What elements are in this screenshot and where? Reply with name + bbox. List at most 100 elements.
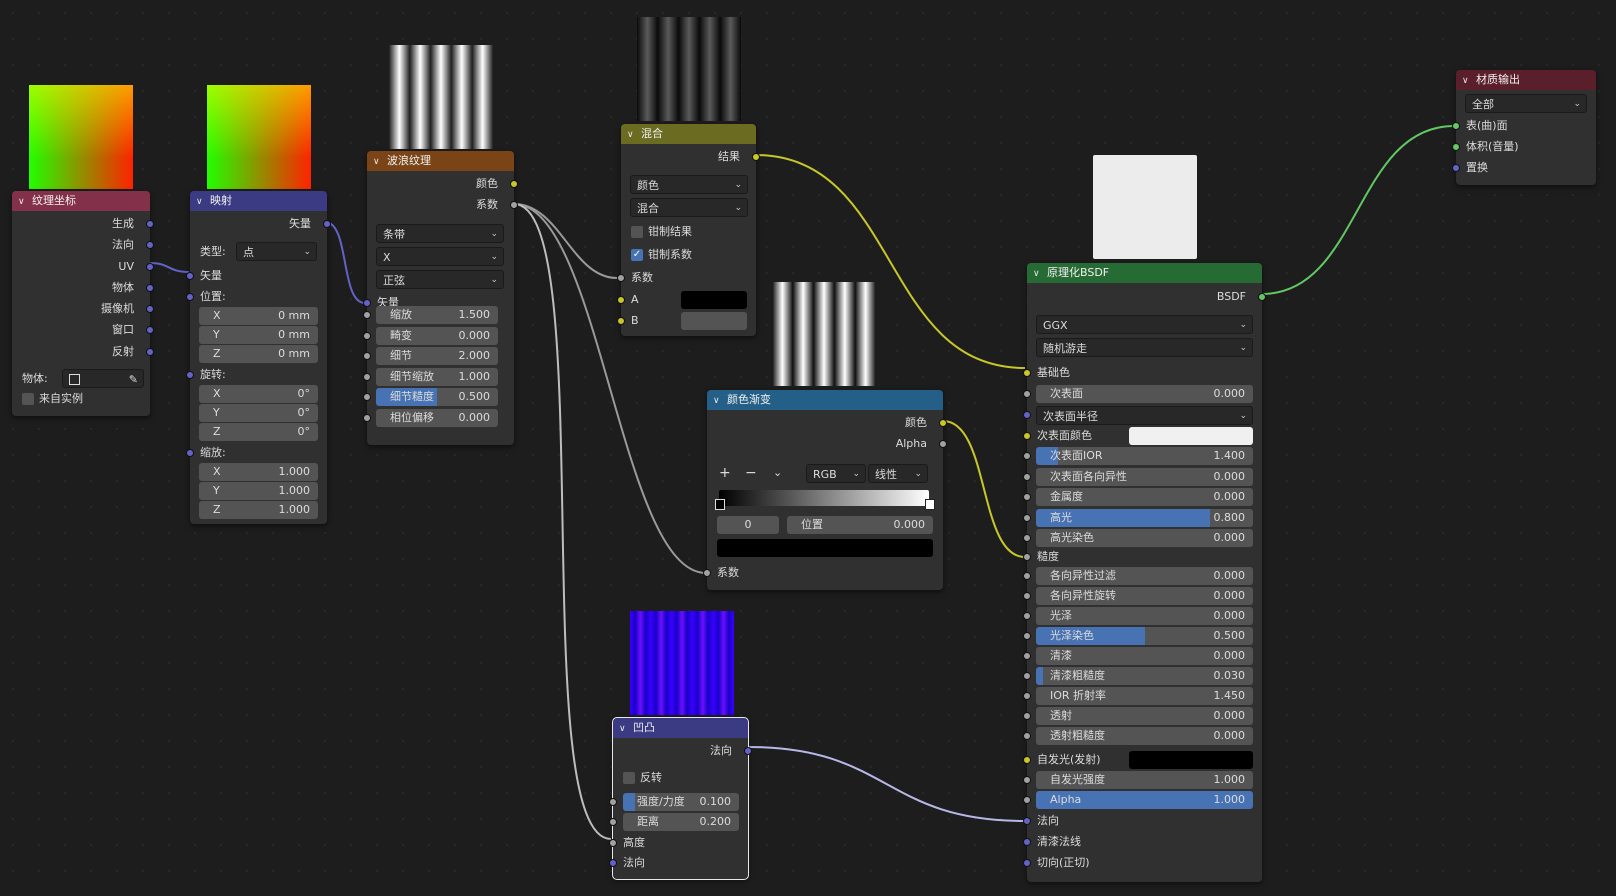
socket-normal-in[interactable] bbox=[609, 859, 617, 867]
node-header[interactable]: ∨ 颜色渐变 bbox=[707, 390, 943, 410]
value-field[interactable]: 透射 0.000 bbox=[1036, 707, 1253, 725]
chevron-down-icon[interactable]: ∨ bbox=[1033, 264, 1043, 283]
chevron-down-icon[interactable]: ∨ bbox=[713, 391, 723, 410]
value-field[interactable]: 次表面 0.000 bbox=[1036, 385, 1253, 403]
node-bump[interactable]: ∨ 凹凸 法向 反转 强度/力度 0.100 距离 0.200 高度 法向 bbox=[609, 717, 752, 880]
mapping-type-dropdown[interactable]: 点 ⌄ bbox=[236, 242, 317, 261]
socket-bsdf-out[interactable] bbox=[1258, 293, 1266, 301]
scale-z-field[interactable]: Z 1.000 bbox=[199, 501, 318, 519]
socket-rotation[interactable] bbox=[186, 371, 194, 379]
socket-fac-out[interactable] bbox=[510, 201, 518, 209]
socket-object[interactable] bbox=[146, 284, 154, 292]
value-field[interactable]: Alpha 1.000 bbox=[1036, 791, 1253, 809]
socket-field-input[interactable] bbox=[1023, 390, 1031, 398]
chevron-down-icon[interactable]: ∨ bbox=[619, 719, 629, 738]
socket-generated[interactable] bbox=[146, 220, 154, 228]
mix-blend-dropdown[interactable]: 混合 ⌄ bbox=[630, 198, 748, 217]
socket-vector-in[interactable] bbox=[186, 272, 194, 280]
socket-field-input[interactable] bbox=[1023, 452, 1031, 460]
socket-field-input[interactable] bbox=[363, 413, 371, 422]
value-field[interactable]: 各向异性过滤 0.000 bbox=[1036, 567, 1253, 585]
location-y-field[interactable]: Y0 mm bbox=[199, 326, 318, 344]
remove-stop-button[interactable]: − bbox=[745, 464, 757, 482]
socket-field-input[interactable] bbox=[1023, 632, 1031, 640]
ramp-stop-index-field[interactable]: 0 bbox=[717, 516, 779, 534]
location-z-field[interactable]: Z0 mm bbox=[199, 345, 318, 363]
node-header[interactable]: ∨ 波浪纹理 bbox=[367, 151, 514, 171]
node-mix[interactable]: ∨ 混合 结果 颜色 ⌄ 混合 ⌄ 钳制结果 ✓ 钳制系数 系数 A B bbox=[617, 124, 760, 336]
add-stop-button[interactable]: + bbox=[719, 464, 731, 482]
chevron-down-icon[interactable]: ∨ bbox=[18, 192, 28, 211]
chevron-down-icon[interactable]: ∨ bbox=[627, 125, 637, 144]
node-wave-texture[interactable]: ∨ 波浪纹理 颜色 系数 条带 ⌄ X ⌄ 正弦 ⌄ 矢量 缩放 1.500 畸变 0.000… bbox=[363, 151, 518, 445]
socket-emission[interactable] bbox=[1023, 756, 1031, 764]
emission-color-swatch[interactable] bbox=[1129, 751, 1253, 769]
socket-tangent[interactable] bbox=[1023, 859, 1031, 867]
socket-reflection[interactable] bbox=[146, 348, 154, 356]
socket-factor-in[interactable] bbox=[617, 274, 625, 282]
socket-surface-in[interactable] bbox=[1452, 122, 1460, 130]
socket-field-input[interactable] bbox=[1023, 592, 1031, 600]
socket-fac-in[interactable] bbox=[703, 569, 711, 577]
socket-result-out[interactable] bbox=[752, 153, 760, 161]
socket-clearcoat-normal[interactable] bbox=[1023, 838, 1031, 846]
value-field[interactable]: 细节糙度 0.500 bbox=[376, 388, 498, 406]
socket-volume-in[interactable] bbox=[1452, 143, 1460, 151]
value-field[interactable]: 次表面IOR 1.400 bbox=[1036, 447, 1253, 465]
socket-b-in[interactable] bbox=[617, 317, 625, 325]
socket-color-out[interactable] bbox=[510, 180, 518, 188]
from-instancer-checkbox[interactable] bbox=[22, 393, 34, 405]
strength-field[interactable]: 强度/力度 0.100 bbox=[623, 793, 739, 811]
socket-a-in[interactable] bbox=[617, 296, 625, 304]
socket-base-color[interactable] bbox=[1023, 369, 1031, 377]
location-x-field[interactable]: X0 mm bbox=[199, 307, 318, 325]
a-color-swatch[interactable] bbox=[681, 291, 747, 309]
node-header[interactable]: ∨ 混合 bbox=[621, 124, 756, 144]
rotation-z-field[interactable]: Z 0° bbox=[199, 423, 318, 441]
socket-normal[interactable] bbox=[146, 241, 154, 249]
value-field[interactable]: IOR 折射率 1.450 bbox=[1036, 687, 1253, 705]
chevron-down-icon[interactable]: ⌄ bbox=[773, 464, 782, 482]
subsurface-radius-dropdown[interactable]: 次表面半径 ⌄ bbox=[1036, 406, 1253, 425]
socket-field-input[interactable] bbox=[363, 311, 371, 319]
socket-field-input[interactable] bbox=[1023, 472, 1031, 481]
node-texture-coordinate[interactable]: ∨ 纹理坐标 生成 法向 UV 物体 摄像机 窗口 反射 物体: ✎ 来自实例 bbox=[12, 191, 154, 416]
object-picker[interactable]: ✎ bbox=[62, 369, 144, 388]
socket-field-input[interactable] bbox=[1023, 796, 1031, 804]
node-material-output[interactable]: ∨ 材质输出 全部 ⌄ 表(曲)面 体积(音量) 置换 bbox=[1452, 70, 1596, 185]
ramp-position-field[interactable]: 位置 0.000 bbox=[787, 516, 933, 534]
socket-alpha-out[interactable] bbox=[939, 440, 947, 448]
socket-distance-in[interactable] bbox=[609, 818, 617, 826]
node-principled-bsdf[interactable]: ∨ 原理化BSDF BSDF GGX ⌄ 随机游走 ⌄ 基础色 次表面 0.000 次表… bbox=[1023, 263, 1266, 882]
socket-displacement-in[interactable] bbox=[1452, 164, 1460, 172]
socket-vector-out[interactable] bbox=[323, 220, 331, 228]
socket-camera[interactable] bbox=[146, 305, 154, 313]
ramp-stop-black[interactable] bbox=[715, 499, 725, 510]
value-field[interactable]: 高光 0.800 bbox=[1036, 508, 1253, 527]
node-mapping[interactable]: ∨ 映射 矢量 类型: 点 ⌄ 矢量 位置: X0 mm Y0 mm Z0 mm 旋… bbox=[186, 191, 331, 524]
scale-x-field[interactable]: X 1.000 bbox=[199, 463, 318, 481]
value-field[interactable]: 高光染色 0.000 bbox=[1036, 529, 1253, 547]
node-header[interactable]: ∨ 映射 bbox=[190, 191, 327, 211]
socket-field-input[interactable] bbox=[1023, 672, 1031, 680]
chevron-down-icon[interactable]: ∨ bbox=[196, 192, 206, 211]
socket-uv[interactable] bbox=[146, 263, 154, 271]
socket-field-input[interactable] bbox=[1023, 612, 1031, 620]
value-field[interactable]: 透射粗糙度 0.000 bbox=[1036, 727, 1253, 745]
value-field[interactable]: 各向异性旋转 0.000 bbox=[1036, 587, 1253, 605]
socket-field-input[interactable] bbox=[1023, 776, 1031, 784]
socket-field-input[interactable] bbox=[363, 372, 371, 381]
b-color-swatch[interactable] bbox=[681, 312, 747, 330]
value-field[interactable]: 细节 2.000 bbox=[376, 347, 498, 365]
socket-subsurface-color[interactable] bbox=[1023, 432, 1031, 440]
value-field[interactable]: 次表面各向异性 0.000 bbox=[1036, 467, 1253, 486]
node-header[interactable]: ∨ 凹凸 bbox=[613, 718, 748, 738]
invert-checkbox[interactable] bbox=[623, 772, 635, 784]
chevron-down-icon[interactable]: ∨ bbox=[373, 152, 383, 171]
value-field[interactable]: 缩放 1.500 bbox=[376, 306, 498, 324]
clamp-factor-checkbox[interactable]: ✓ bbox=[631, 249, 643, 261]
subsurface-method-dropdown[interactable]: 随机游走 ⌄ bbox=[1036, 338, 1253, 357]
socket-normal-out[interactable] bbox=[744, 747, 752, 755]
socket-strength-in[interactable] bbox=[609, 798, 617, 806]
wave-direction-dropdown[interactable]: X ⌄ bbox=[376, 247, 504, 266]
